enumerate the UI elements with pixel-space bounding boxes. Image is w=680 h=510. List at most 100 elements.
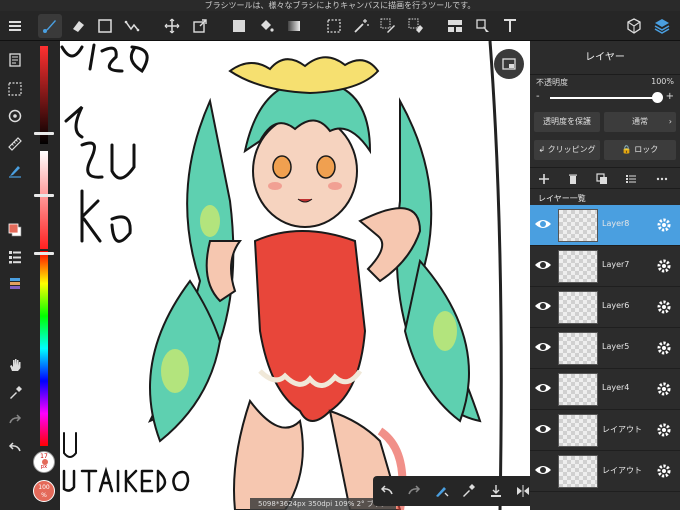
brush-opacity-indicator[interactable]: 100 % [33, 480, 55, 502]
frame-divider-icon[interactable] [443, 14, 467, 38]
move-icon[interactable] [160, 14, 184, 38]
layer-row-layer6[interactable]: Layer6 [530, 287, 680, 328]
drawing-canvas[interactable]: 5098*3624px 350dpi 109% 2° ブラシ [60, 41, 530, 510]
eye-icon[interactable] [534, 217, 552, 231]
brush-size-unit: px [40, 464, 48, 470]
select-rect-icon[interactable] [322, 14, 346, 38]
layer-thumbnail [558, 414, 598, 447]
gear-icon[interactable] [656, 340, 672, 356]
blend-mode-value: 通常 [632, 117, 648, 126]
undo-icon[interactable] [4, 437, 26, 459]
plus-icon[interactable]: + [666, 91, 674, 102]
brush-size-indicator[interactable]: 17 px [33, 451, 55, 473]
layers-icon[interactable] [650, 14, 674, 38]
fill-color-icon[interactable] [227, 14, 251, 38]
select-eraser-icon[interactable] [404, 14, 428, 38]
gradient-icon[interactable] [282, 14, 306, 38]
selection-icon[interactable] [4, 78, 26, 100]
eye-icon[interactable] [534, 340, 552, 354]
magic-wand-icon[interactable] [349, 14, 373, 38]
hand-icon[interactable] [4, 354, 26, 376]
panel-title: レイヤー [530, 41, 680, 75]
opacity-slider-handle[interactable] [651, 92, 663, 103]
pen-adjust-icon[interactable] [431, 481, 451, 501]
menu-icon[interactable] [3, 14, 27, 38]
brightness-slider[interactable] [40, 46, 48, 144]
layer-list-label: レイヤー一覧 [538, 194, 586, 203]
more-icon[interactable] [654, 171, 670, 187]
layer-row-layer8[interactable]: Layer8 [530, 205, 680, 246]
layer-thumbnail [558, 373, 598, 406]
brush-size-value: 17 [40, 453, 48, 460]
page-icon[interactable] [4, 49, 26, 71]
blend-mode-button[interactable]: 通常 › [604, 112, 676, 132]
eye-icon[interactable] [534, 381, 552, 395]
add-layer-icon[interactable] [536, 171, 552, 187]
gear-icon[interactable] [656, 381, 672, 397]
duplicate-layer-icon[interactable] [594, 171, 610, 187]
minus-icon[interactable]: - [536, 91, 540, 102]
layer-row-layer4[interactable]: Layer4 [530, 369, 680, 410]
gear-icon[interactable] [656, 463, 672, 479]
text-icon[interactable] [498, 14, 522, 38]
hue-handle[interactable] [34, 252, 54, 255]
layer-list-icon[interactable] [623, 171, 639, 187]
layer-actions-row [530, 167, 680, 189]
rotate-icon[interactable] [4, 105, 26, 127]
transform-icon[interactable] [188, 14, 212, 38]
undo-icon[interactable] [377, 481, 397, 501]
layer-name: Layer4 [602, 383, 630, 392]
palette-icon[interactable] [4, 273, 26, 295]
eraser-icon[interactable] [66, 14, 90, 38]
select-pen-icon[interactable] [376, 14, 400, 38]
brightness-handle[interactable] [34, 132, 54, 135]
saturation-handle[interactable] [34, 194, 54, 197]
eyedropper-icon[interactable] [4, 382, 26, 404]
top-toolbar [0, 11, 680, 41]
bucket-icon[interactable] [254, 14, 278, 38]
layer-row-layer5[interactable]: Layer5 [530, 328, 680, 369]
opacity-label: 不透明度 [536, 78, 568, 87]
opacity-row: 不透明度 100% [530, 77, 680, 91]
ruler-icon[interactable] [4, 133, 26, 155]
layer-row-layout-2[interactable]: レイアウト [530, 451, 680, 492]
gear-icon[interactable] [656, 217, 672, 233]
shape-icon[interactable] [93, 14, 117, 38]
lasso-fill-icon[interactable] [120, 14, 144, 38]
brush-icon[interactable] [38, 14, 62, 38]
opacity-unit: % [41, 492, 47, 499]
redo-icon[interactable] [404, 481, 424, 501]
delete-layer-icon[interactable] [565, 171, 581, 187]
clipping-button[interactable]: ↲ クリッピング [534, 140, 600, 160]
redo-icon[interactable] [4, 409, 26, 431]
layer-name: レイアウト [602, 466, 642, 475]
gear-icon[interactable] [656, 422, 672, 438]
lock-label: ロック [634, 145, 659, 154]
layer-panel-icon[interactable] [4, 246, 26, 268]
layer-thumbnail [558, 332, 598, 365]
hue-slider[interactable] [40, 251, 48, 446]
primary-color-icon[interactable] [4, 219, 26, 241]
clipping-label: クリッピング [547, 145, 596, 154]
layer-name: Layer8 [602, 219, 630, 228]
layer-row-layout-1[interactable]: レイアウト [530, 410, 680, 451]
eyedropper-icon[interactable] [458, 481, 478, 501]
saturation-slider[interactable] [40, 151, 48, 249]
lock-button[interactable]: 🔒 ロック [604, 140, 676, 160]
navigator-button[interactable] [494, 49, 524, 79]
eye-icon[interactable] [534, 299, 552, 313]
gear-icon[interactable] [656, 258, 672, 274]
eye-icon[interactable] [534, 463, 552, 477]
artwork [60, 41, 503, 510]
eye-icon[interactable] [534, 258, 552, 272]
gear-icon[interactable] [656, 299, 672, 315]
materials-icon[interactable] [622, 14, 646, 38]
chevron-right-icon: › [668, 117, 672, 126]
protect-alpha-button[interactable]: 透明度を保護 [534, 112, 600, 132]
opacity-slider[interactable] [550, 97, 660, 99]
save-icon[interactable] [486, 481, 506, 501]
layer-row-layer7[interactable]: Layer7 [530, 246, 680, 287]
hand-pen-icon[interactable] [4, 160, 26, 182]
eye-icon[interactable] [534, 422, 552, 436]
operation-icon[interactable] [471, 14, 495, 38]
